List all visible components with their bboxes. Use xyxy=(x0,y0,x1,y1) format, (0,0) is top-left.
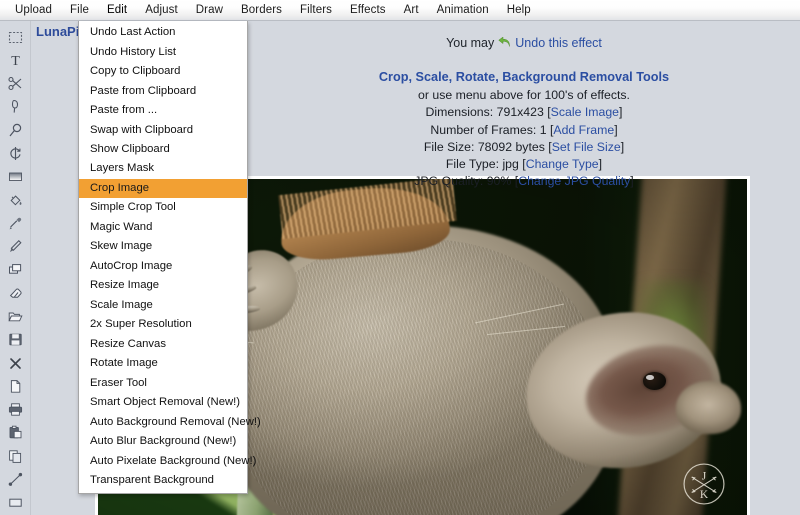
text-tool-icon[interactable]: T xyxy=(2,49,28,71)
meta-label-frames: Number of Frames: xyxy=(430,123,536,137)
meta-label-jpgquality: JPG Quality: xyxy=(414,174,483,188)
edit-menu-item-auto-background-removal-new[interactable]: Auto Background Removal (New!) xyxy=(79,413,247,432)
edit-menu-item-2x-super-resolution[interactable]: 2x Super Resolution xyxy=(79,315,247,334)
edit-menu-item-copy-to-clipboard[interactable]: Copy to Clipboard xyxy=(79,62,247,81)
save-disk-icon[interactable] xyxy=(2,329,28,351)
change-jpg-quality-link[interactable]: Change JPG Quality xyxy=(518,174,630,188)
paint-bucket-icon[interactable] xyxy=(2,189,28,211)
image-info-panel: You may Undo this effect Crop, Scale, Ro… xyxy=(248,24,800,190)
menu-filters[interactable]: Filters xyxy=(291,2,341,19)
edit-menu-item-scale-image[interactable]: Scale Image xyxy=(79,296,247,315)
edit-menu-item-undo-history-list[interactable]: Undo History List xyxy=(79,42,247,61)
jk-crossed-arrows-watermark: J K xyxy=(681,461,727,507)
pen-tool-icon[interactable] xyxy=(2,96,28,118)
edit-menu-item-layers-mask[interactable]: Layers Mask xyxy=(79,159,247,178)
open-folder-icon[interactable] xyxy=(2,305,28,327)
edit-menu-item-show-clipboard[interactable]: Show Clipboard xyxy=(79,140,247,159)
top-menu-bar: UploadFileEditAdjustDrawBordersFiltersEf… xyxy=(0,0,800,21)
menu-hint-text: or use menu above for 100's of effects. xyxy=(248,87,800,103)
copy-duplicate-icon[interactable] xyxy=(2,445,28,467)
marquee-select-icon[interactable] xyxy=(2,26,28,48)
meta-label-filetype: File Type: xyxy=(446,157,499,171)
add-frame-link[interactable]: Add Frame xyxy=(553,123,614,137)
edit-menu-item-skew-image[interactable]: Skew Image xyxy=(79,237,247,256)
meta-value-jpgquality: 90% xyxy=(487,174,512,188)
menu-animation[interactable]: Animation xyxy=(428,2,498,19)
edit-menu-item-resize-image[interactable]: Resize Image xyxy=(79,276,247,295)
layers-stack-icon[interactable] xyxy=(2,259,28,281)
eraser-icon[interactable] xyxy=(2,282,28,304)
meta-row-filetype: File Type: jpg [Change Type] xyxy=(248,156,800,172)
meta-value-filetype: jpg xyxy=(502,157,518,171)
edit-menu-item-resize-canvas[interactable]: Resize Canvas xyxy=(79,335,247,354)
tools-headline-link[interactable]: Crop, Scale, Rotate, Background Removal … xyxy=(248,69,800,86)
edit-menu-item-simple-crop-tool[interactable]: Simple Crop Tool xyxy=(79,198,247,217)
menu-effects[interactable]: Effects xyxy=(341,2,395,19)
menu-borders[interactable]: Borders xyxy=(232,2,291,19)
edit-menu-item-auto-blur-background-new[interactable]: Auto Blur Background (New!) xyxy=(79,432,247,451)
close-x-icon[interactable] xyxy=(2,352,28,374)
edit-menu-item-paste-from[interactable]: Paste from ... xyxy=(79,101,247,120)
edit-menu-item-autocrop-image[interactable]: AutoCrop Image xyxy=(79,257,247,276)
watermark-letter-top: J xyxy=(702,470,707,482)
svg-text:T: T xyxy=(11,54,20,68)
edit-dropdown-menu[interactable]: Undo Last ActionUndo History ListCopy to… xyxy=(78,21,248,494)
menu-help[interactable]: Help xyxy=(498,2,540,19)
menu-art[interactable]: Art xyxy=(395,2,428,19)
photo-sloth-eye-highlight xyxy=(646,375,653,380)
edit-menu-item-eraser-tool[interactable]: Eraser Tool xyxy=(79,374,247,393)
gradient-swatch-icon[interactable] xyxy=(2,166,28,188)
print-icon[interactable] xyxy=(2,399,28,421)
set-file-size-link[interactable]: Set File Size xyxy=(552,140,621,154)
meta-row-dimensions: Dimensions: 791x423 [Scale Image] xyxy=(248,104,800,120)
eyedropper-icon[interactable] xyxy=(2,212,28,234)
rectangle-shape-icon[interactable] xyxy=(2,492,28,514)
edit-menu-item-paste-from-clipboard[interactable]: Paste from Clipboard xyxy=(79,81,247,100)
edit-menu-item-swap-with-clipboard[interactable]: Swap with Clipboard xyxy=(79,120,247,139)
menu-file[interactable]: File xyxy=(61,2,98,19)
new-file-icon[interactable] xyxy=(2,375,28,397)
menu-upload[interactable]: Upload xyxy=(6,2,61,19)
line-draw-icon[interactable] xyxy=(2,468,28,490)
undo-this-effect-link[interactable]: Undo this effect xyxy=(515,35,602,52)
edit-menu-item-magic-wand[interactable]: Magic Wand xyxy=(79,218,247,237)
edit-menu-item-transparent-background[interactable]: Transparent Background xyxy=(79,471,247,490)
menu-adjust[interactable]: Adjust xyxy=(136,2,187,19)
left-tool-palette: T xyxy=(0,21,31,515)
edit-menu-item-smart-object-removal-new[interactable]: Smart Object Removal (New!) xyxy=(79,393,247,412)
meta-label-dimensions: Dimensions: xyxy=(426,105,494,119)
undo-prefix-text: You may xyxy=(446,35,494,52)
photo-sloth-snout xyxy=(676,381,741,435)
scissors-cut-icon[interactable] xyxy=(2,73,28,95)
meta-label-filesize: File Size: xyxy=(424,140,475,154)
green-undo-arrow-icon xyxy=(498,37,511,49)
scale-image-link[interactable]: Scale Image xyxy=(551,105,619,119)
menu-draw[interactable]: Draw xyxy=(187,2,232,19)
edit-menu-item-rotate-image[interactable]: Rotate Image xyxy=(79,354,247,373)
undo-notice-row: You may Undo this effect xyxy=(248,35,800,52)
meta-value-frames: 1 xyxy=(540,123,547,137)
change-type-link[interactable]: Change Type xyxy=(526,157,599,171)
edit-menu-item-crop-image[interactable]: Crop Image xyxy=(79,179,247,198)
meta-value-dimensions: 791x423 xyxy=(497,105,544,119)
edit-menu-item-undo-last-action[interactable]: Undo Last Action xyxy=(79,23,247,42)
menu-edit[interactable]: Edit xyxy=(98,2,136,19)
meta-row-filesize: File Size: 78092 bytes [Set File Size] xyxy=(248,139,800,155)
meta-row-frames: Number of Frames: 1 [Add Frame] xyxy=(248,122,800,138)
watermark-letter-bottom: K xyxy=(700,489,709,501)
rotate-refresh-icon[interactable] xyxy=(2,142,28,164)
magnifier-zoom-icon[interactable] xyxy=(2,119,28,141)
meta-value-filesize: 78092 bytes xyxy=(478,140,545,154)
edit-menu-item-auto-pixelate-background-new[interactable]: Auto Pixelate Background (New!) xyxy=(79,452,247,471)
meta-row-jpgquality: JPG Quality: 90% [Change JPG Quality] xyxy=(248,173,800,189)
brush-tool-icon[interactable] xyxy=(2,236,28,258)
paste-clipboard-icon[interactable] xyxy=(2,422,28,444)
